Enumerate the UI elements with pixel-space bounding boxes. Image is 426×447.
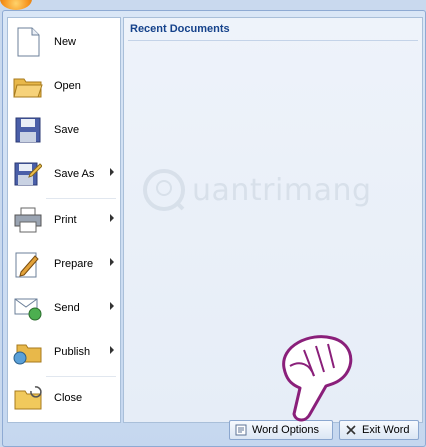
menu-item-label: Publish (54, 346, 91, 358)
menu-item-save[interactable]: Save (8, 108, 120, 152)
save-disk-icon (12, 114, 44, 146)
pointing-hand-icon (282, 335, 353, 422)
new-document-icon (12, 26, 44, 58)
menu-item-label: Print (54, 214, 77, 226)
watermark: uantrimang (142, 168, 372, 212)
menu-item-label: Save (54, 124, 80, 136)
office-button[interactable] (0, 0, 32, 10)
menu-item-save-as[interactable]: Save As (8, 152, 120, 196)
menu-item-label: Close (54, 392, 83, 404)
exit-word-label: Exit Word (362, 424, 410, 436)
menu-item-label: Save As (54, 168, 95, 180)
recent-documents-title: Recent Documents (130, 23, 230, 35)
menu-item-prepare[interactable]: Prepare (8, 242, 120, 286)
menu-item-new[interactable]: New (8, 20, 120, 64)
open-folder-icon (12, 70, 44, 102)
watermark-logo-icon (143, 169, 185, 211)
submenu-arrow-icon (110, 168, 114, 176)
publish-folder-icon (12, 336, 44, 368)
send-mail-icon (12, 292, 44, 324)
recent-divider (128, 40, 418, 41)
menu-item-print[interactable]: Print (8, 198, 120, 242)
submenu-arrow-icon (110, 346, 114, 354)
menu-item-publish[interactable]: Publish (8, 330, 120, 374)
watermark-text: uantrimang (192, 172, 372, 208)
submenu-arrow-icon (110, 302, 114, 310)
office-menu: New Open Save Save As Print Prepare Send… (2, 10, 426, 447)
menu-item-label: New (54, 36, 77, 48)
menu-item-label: Send (54, 302, 80, 314)
command-list: New Open Save Save As Print Prepare Send… (7, 17, 121, 423)
prepare-pen-icon (12, 248, 44, 280)
save-as-icon (12, 158, 44, 190)
printer-icon (12, 204, 44, 236)
menu-item-send[interactable]: Send (8, 286, 120, 330)
submenu-arrow-icon (110, 214, 114, 222)
menu-item-label: Prepare (54, 258, 94, 270)
menu-footer: Word Options Exit Word (3, 414, 425, 446)
menu-item-label: Open (54, 80, 81, 92)
submenu-arrow-icon (110, 258, 114, 266)
menu-item-open[interactable]: Open (8, 64, 120, 108)
options-icon (235, 424, 247, 436)
close-folder-icon (12, 382, 44, 414)
